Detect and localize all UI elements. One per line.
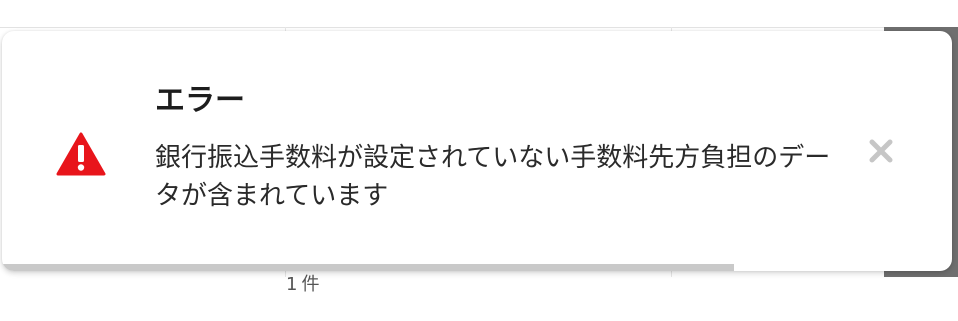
- toast-title: エラー: [155, 83, 245, 118]
- background-divider: [0, 27, 958, 28]
- toast-progress-bar: [2, 264, 734, 271]
- close-icon[interactable]: [864, 134, 898, 168]
- warning-triangle-icon: [56, 132, 106, 176]
- toast-message: 銀行振込手数料が設定されていない手数料先方負担のデータが含まれています: [155, 143, 831, 211]
- error-toast: エラー 銀行振込手数料が設定されていない手数料先方負担のデータが含まれています: [2, 31, 952, 271]
- background-peek-text: 1件: [286, 274, 324, 295]
